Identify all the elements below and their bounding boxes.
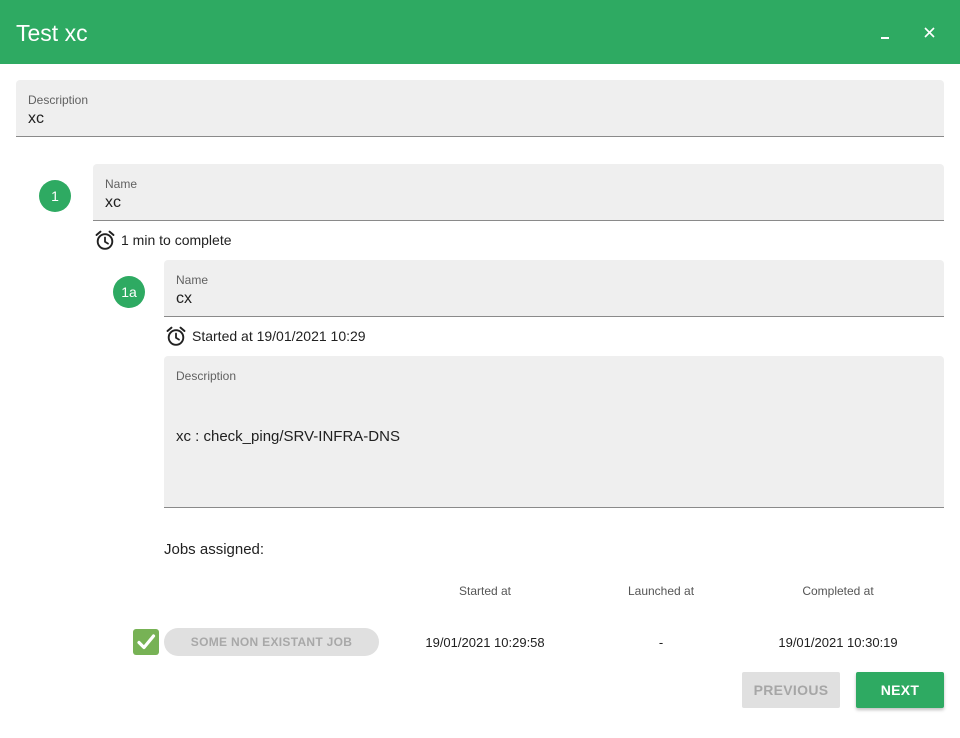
- step-1a-description-field[interactable]: Description xc : check_ping/SRV-INFRA-DN…: [164, 356, 944, 508]
- step-1-duration-text: 1 min to complete: [121, 232, 232, 248]
- minimize-icon: [881, 37, 889, 39]
- minimize-button[interactable]: [876, 22, 896, 42]
- step-1a-name-label: Name: [176, 273, 209, 287]
- step-1-name-field[interactable]: Name xc: [93, 164, 944, 221]
- dialog-title: Test xc: [16, 20, 88, 46]
- step-1a-name-value: cx: [176, 290, 192, 307]
- step-1-duration: 1 min to complete: [94, 229, 232, 251]
- job-completed-at: 19/01/2021 10:30:19: [778, 635, 898, 650]
- step-1a-start-text: Started at 19/01/2021 10:29: [192, 328, 366, 344]
- job-chip[interactable]: SOME NON EXISTANT JOB: [164, 628, 379, 656]
- alarm-clock-icon: [166, 326, 186, 346]
- alarm-clock-icon: [95, 230, 115, 250]
- job-started-at: 19/01/2021 10:29:58: [425, 635, 545, 650]
- close-button[interactable]: [920, 22, 940, 42]
- description-field[interactable]: Description xc: [16, 80, 944, 137]
- step-1-name-value: xc: [105, 194, 121, 211]
- step-1-badge: 1: [39, 180, 71, 212]
- column-header-launched: Launched at: [627, 584, 695, 598]
- step-1a-start-time: Started at 19/01/2021 10:29: [165, 325, 366, 347]
- step-1a-description-value: xc : check_ping/SRV-INFRA-DNS: [176, 428, 400, 445]
- step-1a-name-field[interactable]: Name cx: [164, 260, 944, 317]
- close-icon: [924, 27, 935, 38]
- jobs-assigned-title: Jobs assigned:: [164, 541, 265, 558]
- description-value: xc: [28, 110, 44, 127]
- next-button[interactable]: NEXT: [856, 672, 944, 708]
- job-launched-at: -: [658, 635, 664, 650]
- description-label: Description: [28, 93, 89, 107]
- check-mark-icon: [133, 629, 159, 655]
- column-header-started: Started at: [458, 584, 512, 598]
- previous-button[interactable]: PREVIOUS: [742, 672, 840, 708]
- step-1-name-label: Name: [105, 177, 138, 191]
- step-1a-badge: 1a: [113, 276, 145, 308]
- title-bar: Test xc: [0, 0, 960, 64]
- step-1a-description-label: Description: [176, 369, 237, 383]
- column-header-completed: Completed at: [802, 584, 874, 598]
